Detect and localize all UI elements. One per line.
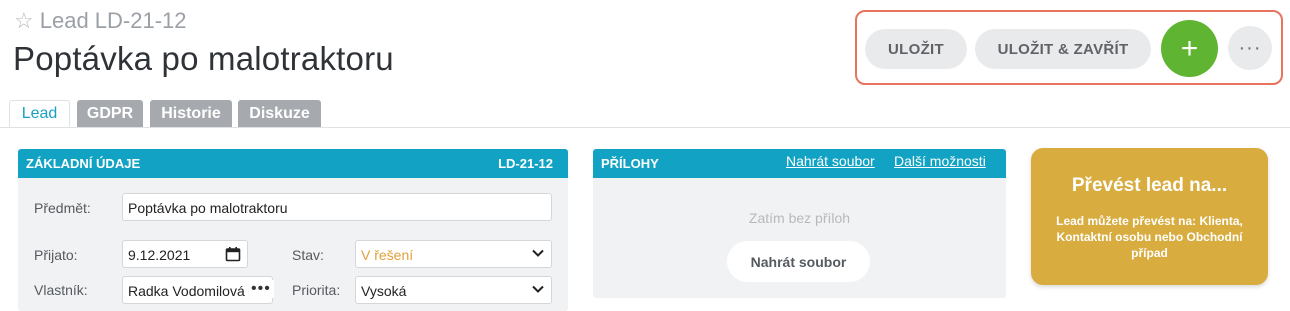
upload-file-link[interactable]: Nahrát soubor	[786, 153, 875, 169]
record-id: LD-21-12	[498, 156, 553, 171]
owner-label: Vlastník:	[34, 282, 88, 298]
attachments-title: PŘÍLOHY	[601, 156, 659, 171]
page-title: Poptávka po malotraktoru	[13, 40, 394, 77]
more-horizontal-icon: ···	[1238, 36, 1262, 59]
status-select[interactable]: V řešení	[355, 240, 552, 268]
priority-value: Vysoká	[361, 283, 407, 299]
basic-info-title: ZÁKLADNÍ ÚDAJE	[26, 156, 141, 171]
priority-label: Priorita:	[292, 282, 341, 298]
attachments-panel: PŘÍLOHY Nahrát soubor Další možnosti Zat…	[593, 149, 1006, 298]
tab-discussion[interactable]: Diskuze	[238, 100, 321, 127]
star-icon[interactable]: ☆	[14, 8, 34, 34]
subject-field[interactable]: Poptávka po malotraktoru	[122, 193, 552, 221]
convert-title: Převést lead na...	[1071, 175, 1228, 196]
empty-attachments-text: Zatím bez příloh	[748, 210, 851, 226]
convert-lead-card[interactable]: Převést lead na... Lead můžete převést n…	[1031, 148, 1268, 285]
record-type-label: Lead LD-21-12	[39, 8, 187, 33]
more-button[interactable]: ···	[1228, 26, 1272, 70]
more-horizontal-icon[interactable]: •••	[248, 280, 274, 298]
save-button[interactable]: ULOŽIT	[865, 29, 967, 69]
priority-select[interactable]: Vysoká	[355, 276, 552, 304]
calendar-icon[interactable]	[225, 246, 241, 262]
upload-file-button[interactable]: Nahrát soubor	[727, 241, 870, 282]
subject-value: Poptávka po malotraktoru	[128, 200, 288, 216]
record-type: ☆ Lead LD-21-12	[14, 8, 187, 34]
received-date-field[interactable]: 9.12.2021	[122, 240, 248, 268]
tabs-divider	[0, 127, 1290, 128]
basic-info-header: ZÁKLADNÍ ÚDAJE LD-21-12	[18, 149, 568, 178]
convert-description: Lead můžete převést na: Klienta, Kontakt…	[1056, 214, 1243, 260]
plus-icon: +	[1180, 31, 1199, 65]
received-label: Přijato:	[34, 247, 78, 263]
save-close-button[interactable]: ULOŽIT & ZAVŘÍT	[975, 29, 1151, 69]
status-label: Stav:	[292, 247, 324, 263]
tab-lead[interactable]: Lead	[9, 100, 70, 127]
add-button[interactable]: +	[1161, 20, 1218, 77]
chevron-down-icon	[532, 249, 544, 257]
more-options-link[interactable]: Další možnosti	[894, 153, 986, 169]
basic-info-panel: ZÁKLADNÍ ÚDAJE LD-21-12 Předmět: Poptávk…	[18, 149, 568, 311]
owner-value: Radka Vodomilová	[128, 283, 245, 299]
attachments-header: PŘÍLOHY Nahrát soubor Další možnosti	[593, 149, 1006, 178]
received-value: 9.12.2021	[128, 247, 191, 263]
subject-label: Předmět:	[34, 200, 91, 216]
tab-history[interactable]: Historie	[150, 100, 232, 127]
chevron-down-icon	[532, 285, 544, 293]
status-value: V řešení	[361, 247, 414, 263]
tab-gdpr[interactable]: GDPR	[77, 100, 143, 127]
